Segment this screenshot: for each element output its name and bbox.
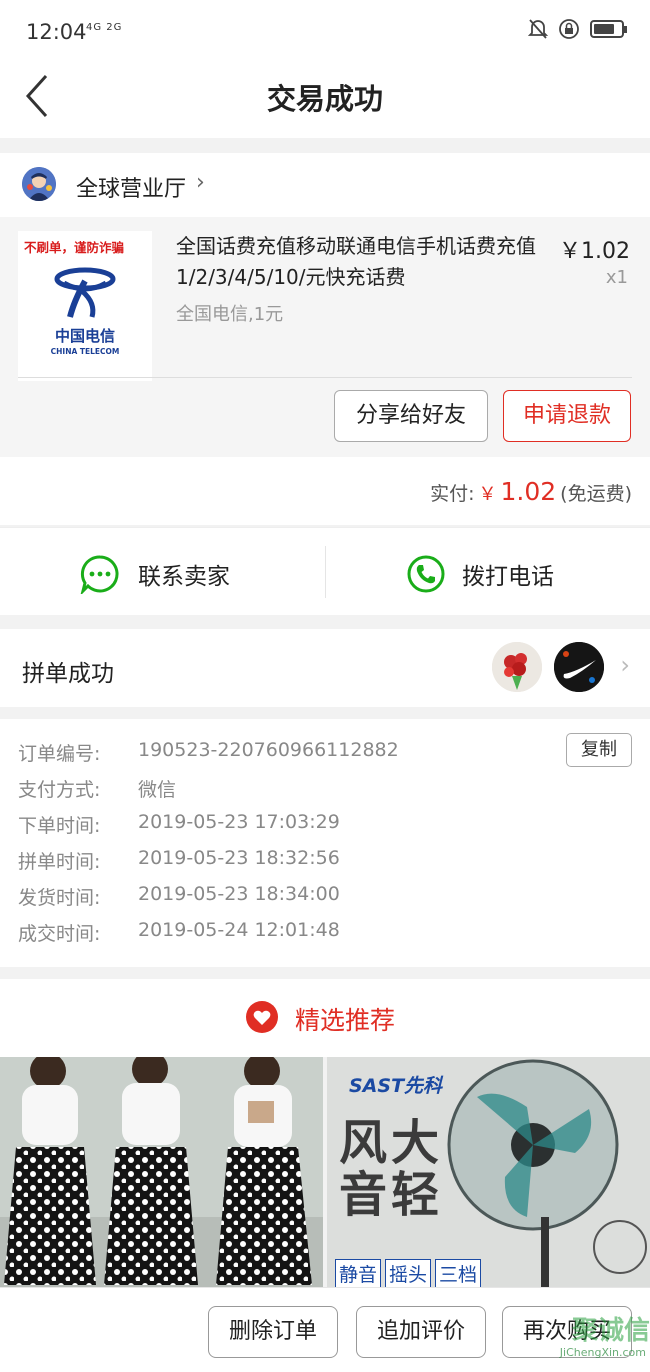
- ship-time-value: 2019-05-23 18:34:00: [138, 883, 340, 905]
- chevron-right-icon: ›: [620, 651, 630, 679]
- bottom-action-bar: 删除订单 追加评价 再次购买 聚诚信 JiChengXin.com: [0, 1287, 650, 1372]
- china-telecom-logo-icon: [54, 267, 116, 318]
- group-time-label: 拼单时间:: [18, 851, 101, 873]
- contact-seller-button[interactable]: 联系卖家: [0, 528, 325, 616]
- contact-seller-label: 联系卖家: [138, 564, 230, 590]
- payment-method-label: 支付方式:: [18, 779, 101, 801]
- brand-name-en: CHINA TELECOM: [50, 347, 120, 356]
- delete-order-button[interactable]: 删除订单: [208, 1306, 338, 1358]
- fan-tag: 静音: [335, 1259, 382, 1287]
- add-review-button[interactable]: 追加评价: [356, 1306, 486, 1358]
- page-title: 交易成功: [266, 82, 383, 116]
- info-row-payment-method: 支付方式: 微信: [18, 775, 176, 802]
- recommend-product-dress[interactable]: [0, 1057, 323, 1287]
- payment-amount: 1.02: [500, 477, 557, 506]
- order-info-card: 订单编号: 190523-220760966112882 复制 支付方式: 微信…: [0, 719, 650, 967]
- recommend-product-fan[interactable]: SAST先科 风大音轻 静音 摇头 三档: [327, 1057, 650, 1287]
- info-row-group-time: 拼单时间: 2019-05-23 18:32:56: [18, 847, 340, 874]
- group-buy-row[interactable]: 拼单成功 ›: [0, 629, 650, 707]
- info-row-ship-time: 发货时间: 2019-05-23 18:34:00: [18, 883, 340, 910]
- info-row-order-time: 下单时间: 2019-05-23 17:03:29: [18, 811, 340, 838]
- recommend-title: 精选推荐: [295, 1006, 396, 1035]
- chevron-right-icon: ›: [196, 170, 205, 195]
- avatar: [554, 642, 604, 692]
- fan-tag: 三档: [435, 1259, 482, 1287]
- contact-row: 联系卖家 拨打电话: [0, 527, 650, 615]
- watermark: 聚诚信: [571, 1316, 650, 1346]
- order-number-value: 190523-220760966112882: [138, 739, 399, 761]
- product-image[interactable]: 不刷单，谨防诈骗 中国电信 CHINA TELECOM: [18, 231, 152, 381]
- fan-tag: 摇头: [385, 1259, 432, 1287]
- phone-icon: [407, 555, 445, 593]
- mute-bell-icon: [528, 19, 548, 39]
- order-number-label: 订单编号:: [18, 743, 101, 765]
- dress-photo: [0, 1057, 323, 1287]
- deal-time-label: 成交时间:: [18, 923, 101, 945]
- status-time: 12:04: [26, 20, 87, 44]
- group-buy-status: 拼单成功: [22, 661, 114, 687]
- shop-name: 全球营业厅: [76, 177, 187, 202]
- fan-tags: 静音 摇头 三档: [335, 1259, 482, 1287]
- share-button[interactable]: 分享给好友: [334, 390, 488, 442]
- call-phone-button[interactable]: 拨打电话: [326, 528, 650, 616]
- product-spec: 全国电信,1元: [176, 304, 284, 325]
- divider: [18, 377, 632, 378]
- battery-icon: [590, 20, 627, 38]
- status-icons: [528, 18, 627, 40]
- shop-avatar: [22, 167, 56, 201]
- product-price: ￥1.02: [559, 239, 630, 264]
- ship-time-label: 发货时间:: [18, 887, 101, 909]
- order-time-label: 下单时间:: [18, 815, 101, 837]
- product-title[interactable]: 全国话费充值移动联通电信手机话费充值1/2/3/4/5/10/元快充话费: [176, 231, 556, 293]
- chat-bubble-icon: [80, 555, 119, 594]
- call-phone-label: 拨打电话: [462, 564, 554, 590]
- shipping-note: (免运费): [560, 483, 632, 505]
- status-bar: 12:04 4G 2G: [0, 0, 650, 60]
- payment-summary: 实付: ￥ 1.02 (免运费): [0, 457, 650, 525]
- payment-line: 实付: ￥ 1.02 (免运费): [430, 477, 632, 506]
- payment-label: 实付:: [430, 483, 475, 505]
- watermark-url: JiChengXin.com: [559, 1346, 646, 1359]
- fan-slogan: 风大音轻: [339, 1115, 444, 1223]
- order-time-value: 2019-05-23 17:03:29: [138, 811, 340, 833]
- fan-brand: SAST先科: [349, 1075, 443, 1097]
- nav-bar: 交易成功: [0, 60, 650, 138]
- warning-badge: 不刷单，谨防诈骗: [24, 240, 125, 255]
- product-card: 不刷单，谨防诈骗 中国电信 CHINA TELECOM 全国话费充值移动联通电信…: [0, 217, 650, 457]
- copy-button[interactable]: 复制: [566, 733, 632, 767]
- deal-time-value: 2019-05-24 12:01:48: [138, 919, 340, 941]
- payment-method-value: 微信: [138, 779, 177, 801]
- refund-button[interactable]: 申请退款: [503, 390, 631, 442]
- product-quantity: x1: [605, 267, 628, 288]
- network-indicator: 4G 2G: [86, 22, 123, 33]
- shop-row[interactable]: 全球营业厅 ›: [0, 153, 650, 217]
- avatar: [492, 642, 542, 692]
- brand-name-cn: 中国电信: [54, 327, 115, 345]
- info-row-order-number: 订单编号: 190523-220760966112882: [18, 739, 399, 766]
- recommend-header: 精选推荐: [0, 979, 650, 1057]
- info-row-deal-time: 成交时间: 2019-05-24 12:01:48: [18, 919, 340, 946]
- lock-rotation-icon: [559, 19, 579, 39]
- heart-icon: [246, 1001, 278, 1033]
- payment-currency: ￥: [478, 484, 497, 505]
- group-time-value: 2019-05-23 18:32:56: [138, 847, 340, 869]
